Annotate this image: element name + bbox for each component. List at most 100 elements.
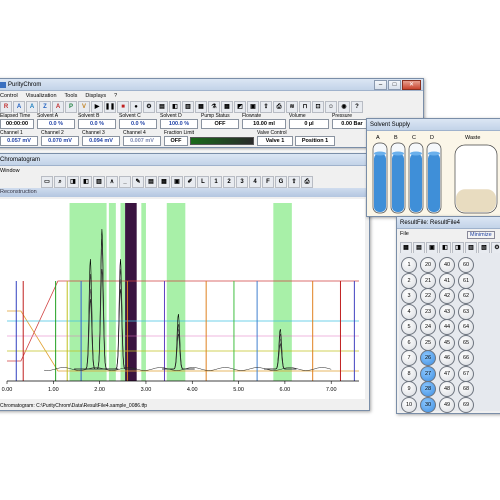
chart-icon[interactable]: ▤ (156, 100, 168, 113)
gradient-icon[interactable]: ◩ (234, 100, 246, 113)
settings-icon[interactable]: ⚙ (143, 100, 155, 113)
well-button[interactable]: 2 (401, 272, 417, 289)
peak-icon[interactable]: ∧ (106, 175, 118, 188)
baseline-icon[interactable]: _ (119, 175, 131, 188)
well-button[interactable]: 7 (401, 350, 417, 366)
detector-icon[interactable]: ◧ (169, 100, 181, 113)
plate-d-icon[interactable]: ▧ (478, 241, 490, 254)
view-2-icon[interactable]: ◧ (80, 175, 92, 188)
ch3-icon[interactable]: 3 (236, 175, 248, 188)
well-button[interactable]: 27 (420, 365, 436, 382)
chart-view-icon[interactable]: ▤ (145, 175, 157, 188)
well-button[interactable]: 20 (420, 257, 436, 273)
well-button[interactable]: 25 (420, 334, 436, 351)
well-button[interactable]: 21 (420, 272, 436, 289)
sample-a-icon[interactable]: A (13, 100, 25, 113)
az-icon[interactable]: Z (39, 100, 51, 113)
lock-icon[interactable]: ⊡ (312, 100, 324, 113)
well-button[interactable]: 6 (401, 334, 417, 351)
help-icon[interactable]: ? (351, 100, 363, 113)
well-button[interactable]: 8 (401, 365, 417, 382)
well-button[interactable]: 68 (458, 381, 474, 397)
menu-tools[interactable]: Tools (65, 93, 78, 99)
well-button[interactable]: 24 (420, 319, 436, 335)
user-icon[interactable]: ☺ (325, 100, 337, 113)
sample-b-icon[interactable]: A (26, 100, 38, 113)
menu-control[interactable]: Control (0, 93, 18, 99)
wash-icon[interactable]: ≋ (286, 100, 298, 113)
menu-visualization[interactable]: Visualization (26, 93, 57, 99)
export-chart-icon[interactable]: ⇪ (288, 175, 300, 188)
well-button[interactable]: 44 (439, 319, 455, 335)
well-button[interactable]: 47 (439, 365, 455, 382)
plate-chart-icon[interactable]: ▤ (413, 241, 425, 254)
minimize-button[interactable]: – (374, 80, 387, 90)
print-icon[interactable]: ⎙ (273, 100, 285, 113)
menu-file[interactable]: File (400, 231, 409, 237)
flask-icon[interactable]: ⚗ (208, 100, 220, 113)
well-button[interactable]: 69 (458, 396, 474, 413)
overlay-icon[interactable]: ▣ (171, 175, 183, 188)
plate-e-icon[interactable]: ⚙ (491, 241, 500, 254)
plate-a-icon[interactable]: ◧ (439, 241, 451, 254)
well-button[interactable]: 42 (439, 288, 455, 304)
well-button[interactable]: 64 (458, 319, 474, 335)
table-icon[interactable]: ▦ (221, 100, 233, 113)
well-button[interactable]: 9 (401, 381, 417, 397)
open-icon[interactable]: R (0, 100, 12, 113)
pump-icon[interactable]: P (65, 100, 77, 113)
well-button[interactable]: 10 (401, 396, 417, 413)
view-3-icon[interactable]: ▥ (93, 175, 105, 188)
well-button[interactable]: 61 (458, 272, 474, 289)
folder-icon[interactable]: ▭ (41, 175, 53, 188)
well-button[interactable]: 63 (458, 303, 474, 320)
export-icon[interactable]: ⇪ (260, 100, 272, 113)
print-chart-icon[interactable]: ⎙ (301, 175, 313, 188)
well-button[interactable]: 66 (458, 350, 474, 366)
grid-icon[interactable]: ▦ (158, 175, 170, 188)
column-icon[interactable]: ▥ (182, 100, 194, 113)
valve-select[interactable]: Valve 1 (257, 136, 293, 146)
well-button[interactable]: 41 (439, 272, 455, 289)
report-icon[interactable]: ▣ (247, 100, 259, 113)
well-button[interactable]: 49 (439, 396, 455, 413)
chromatogram-plot[interactable]: 0.00 1.00 2.00 3.00 4.00 5.00 6.00 7.00 (0, 199, 365, 399)
pen-icon[interactable]: ✐ (184, 175, 196, 188)
well-button[interactable]: 30 (420, 396, 436, 413)
plate-c-icon[interactable]: ▥ (465, 241, 477, 254)
play-icon[interactable]: ▶ (91, 100, 103, 113)
maximize-button[interactable]: □ (388, 80, 401, 90)
well-button[interactable]: 40 (439, 257, 455, 273)
record-icon[interactable]: ● (130, 100, 142, 113)
tube-icon[interactable]: ⊓ (299, 100, 311, 113)
camera-icon[interactable]: ◉ (338, 100, 350, 113)
valve-icon[interactable]: V (78, 100, 90, 113)
well-button[interactable]: 23 (420, 303, 436, 320)
menu-window[interactable]: Window (0, 168, 20, 174)
zoom-icon[interactable]: ⌕ (54, 175, 66, 188)
well-button[interactable]: 45 (439, 334, 455, 351)
tools-icon[interactable]: ✎ (132, 175, 144, 188)
ch4-icon[interactable]: 4 (249, 175, 261, 188)
well-button[interactable]: 28 (420, 381, 436, 397)
ch2-icon[interactable]: 2 (223, 175, 235, 188)
well-button[interactable]: 48 (439, 381, 455, 397)
well-button[interactable]: 60 (458, 257, 474, 273)
well-button[interactable]: 43 (439, 303, 455, 320)
ch1-icon[interactable]: 1 (210, 175, 222, 188)
well-button[interactable]: 65 (458, 334, 474, 351)
well-button[interactable]: 62 (458, 288, 474, 304)
well-button[interactable]: 4 (401, 303, 417, 320)
plate-b-icon[interactable]: ◨ (452, 241, 464, 254)
frac-icon[interactable]: F (262, 175, 274, 188)
well-button[interactable]: 46 (439, 350, 455, 366)
stop-icon[interactable]: ■ (117, 100, 129, 113)
well-button[interactable]: 3 (401, 288, 417, 304)
plate-view-icon[interactable]: ▦ (400, 241, 412, 254)
well-button[interactable]: 22 (420, 288, 436, 304)
label-icon[interactable]: L (197, 175, 209, 188)
fraction-icon[interactable]: ▦ (195, 100, 207, 113)
well-button[interactable]: 67 (458, 365, 474, 382)
menu-help[interactable]: ? (114, 93, 117, 99)
well-button[interactable]: 5 (401, 319, 417, 335)
